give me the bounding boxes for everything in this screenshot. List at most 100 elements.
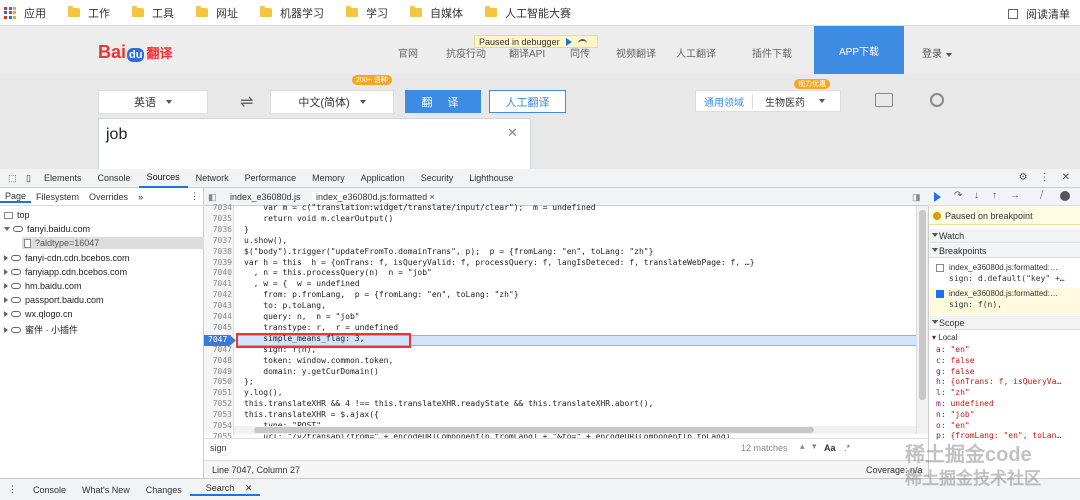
- scope-variable[interactable]: c: false: [936, 356, 975, 365]
- line-number[interactable]: 7049: [208, 367, 232, 376]
- line-number[interactable]: 7040: [208, 268, 232, 277]
- step-icon[interactable]: →: [1010, 190, 1020, 201]
- toggle-navigator-icon[interactable]: ◧: [208, 192, 217, 203]
- tab-page[interactable]: Page: [0, 191, 32, 203]
- editor-tab-active[interactable]: index_e36080d.js:formatted ×: [312, 192, 439, 202]
- drawer-tab-search[interactable]: Search ✕: [189, 483, 261, 496]
- scope-variable[interactable]: a: "en": [936, 345, 970, 354]
- line-number[interactable]: 7038: [208, 247, 232, 256]
- match-case-button[interactable]: Aa: [824, 443, 836, 453]
- drawer-tab-changes[interactable]: Changes: [138, 485, 190, 495]
- line-number[interactable]: 7034: [208, 203, 232, 212]
- step-over-icon[interactable]: [577, 38, 587, 45]
- line-number[interactable]: 7035: [208, 214, 232, 223]
- line-number[interactable]: 7039: [208, 258, 232, 267]
- gear-icon[interactable]: ⚙: [1019, 172, 1028, 183]
- swap-languages-icon[interactable]: ⇌: [240, 92, 253, 112]
- source-text-input[interactable]: [98, 118, 531, 170]
- editor-tab[interactable]: index_e36080d.js: [230, 192, 301, 202]
- scope-variable[interactable]: n: "job": [936, 410, 975, 419]
- tab-console[interactable]: Console: [90, 169, 139, 188]
- more-icon[interactable]: ⋮: [185, 191, 204, 202]
- watch-section-header[interactable]: Watch: [929, 229, 1080, 243]
- clear-input-icon[interactable]: ✕: [507, 125, 518, 141]
- resume-icon[interactable]: [565, 37, 572, 46]
- domain-select[interactable]: 通用领域 生物医药: [695, 90, 841, 112]
- scope-variable[interactable]: l: "zh": [936, 388, 970, 397]
- tree-item-domain[interactable]: hm.baidu.com: [4, 281, 82, 291]
- line-number[interactable]: 7036: [208, 225, 232, 234]
- bookmark-folder[interactable]: 人工智能大赛: [485, 5, 571, 21]
- tree-item-domain[interactable]: fanyi-cdn.cdn.bcebos.com: [4, 253, 130, 263]
- bookmark-folder[interactable]: 网址: [196, 5, 238, 21]
- tree-item-domain[interactable]: passport.baidu.com: [4, 295, 104, 305]
- tree-item-domain[interactable]: fanyi.baidu.com: [4, 224, 90, 234]
- deactivate-breakpoints-icon[interactable]: ⧸: [1040, 190, 1043, 201]
- vertical-scrollbar[interactable]: [916, 206, 928, 434]
- nav-plugin[interactable]: 插件下载: [752, 45, 792, 60]
- app-download-button[interactable]: APP下载: [814, 26, 904, 74]
- regex-button[interactable]: .*: [844, 443, 850, 453]
- tab-security[interactable]: Security: [413, 169, 462, 188]
- line-number[interactable]: 7050: [208, 377, 232, 386]
- line-number[interactable]: 7041: [208, 279, 232, 288]
- tree-item-domain[interactable]: fanyiapp.cdn.bcebos.com: [4, 267, 127, 277]
- bookmark-folder[interactable]: 工作: [68, 5, 110, 21]
- breakpoints-section-header[interactable]: Breakpoints: [929, 244, 1080, 258]
- tab-performance[interactable]: Performance: [237, 169, 305, 188]
- nav-video[interactable]: 视频翻译: [616, 45, 656, 60]
- reading-list[interactable]: 阅读清单: [1008, 6, 1070, 22]
- line-number[interactable]: 7042: [208, 290, 232, 299]
- tree-item-top[interactable]: top: [4, 210, 30, 220]
- tree-item-extension[interactable]: 蜜伴 · 小插件: [4, 323, 78, 336]
- tab-sources[interactable]: Sources: [138, 169, 188, 188]
- source-language-select[interactable]: 英语: [98, 90, 208, 114]
- horizontal-scrollbar[interactable]: [234, 426, 916, 434]
- more-icon[interactable]: ⋮: [1040, 172, 1050, 183]
- breakpoint-item-active[interactable]: index_e36080d.js:formatted:… sign: f(n),: [929, 288, 1080, 315]
- line-number[interactable]: 7052: [208, 399, 232, 408]
- line-number[interactable]: 7045: [208, 323, 232, 332]
- step-over-icon[interactable]: ↷: [954, 190, 962, 201]
- scope-variable[interactable]: o: "en": [936, 421, 970, 430]
- local-scope-label[interactable]: ▾ Local: [932, 333, 957, 342]
- line-number[interactable]: 7053: [208, 410, 232, 419]
- step-out-icon[interactable]: ↑: [992, 190, 997, 201]
- scope-variable[interactable]: m: undefined: [936, 399, 994, 408]
- drawer-tab-whats-new[interactable]: What's New: [74, 485, 138, 495]
- nav-official[interactable]: 官网: [398, 45, 418, 60]
- scope-variable[interactable]: g: false: [936, 367, 975, 376]
- step-into-icon[interactable]: ↓: [974, 190, 979, 201]
- tree-item-file[interactable]: ?aldtype=16047: [24, 238, 99, 248]
- scope-section-header[interactable]: Scope: [929, 316, 1080, 330]
- line-number[interactable]: 7054: [208, 421, 232, 430]
- human-translate-button[interactable]: 人工翻译: [489, 90, 566, 113]
- search-input[interactable]: sign: [210, 443, 227, 453]
- bookmark-apps[interactable]: 应用: [4, 5, 46, 21]
- tab-filesystem[interactable]: Filesystem: [31, 192, 84, 202]
- drawer-menu-icon[interactable]: ⋮: [0, 484, 25, 495]
- breakpoint-marker[interactable]: 7047: [204, 335, 236, 346]
- drawer-tab-console[interactable]: Console: [25, 485, 74, 495]
- more-tabs-icon[interactable]: »: [133, 192, 148, 202]
- translate-button[interactable]: 翻 译: [405, 90, 481, 113]
- breakpoint-checkbox[interactable]: [936, 264, 944, 272]
- tab-overrides[interactable]: Overrides: [84, 192, 133, 202]
- bookmark-folder[interactable]: 自媒体: [410, 5, 463, 21]
- nav-human[interactable]: 人工翻译: [676, 45, 716, 60]
- line-number[interactable]: 7043: [208, 301, 232, 310]
- gear-icon[interactable]: [930, 93, 944, 107]
- line-number[interactable]: 7047: [208, 345, 232, 354]
- bookmark-folder[interactable]: 工具: [132, 5, 174, 21]
- tab-memory[interactable]: Memory: [304, 169, 353, 188]
- pause-on-exceptions-icon[interactable]: [1060, 191, 1070, 201]
- line-number[interactable]: 7048: [208, 356, 232, 365]
- tab-application[interactable]: Application: [353, 169, 413, 188]
- resume-icon[interactable]: [934, 192, 941, 202]
- breakpoint-item[interactable]: index_e36080d.js:formatted:… sign: d.defa…: [929, 262, 1080, 284]
- line-number[interactable]: 7037: [208, 236, 232, 245]
- tab-lighthouse[interactable]: Lighthouse: [461, 169, 521, 188]
- tab-network[interactable]: Network: [188, 169, 237, 188]
- bookmark-folder[interactable]: 学习: [346, 5, 388, 21]
- login-button[interactable]: 登录: [922, 45, 952, 60]
